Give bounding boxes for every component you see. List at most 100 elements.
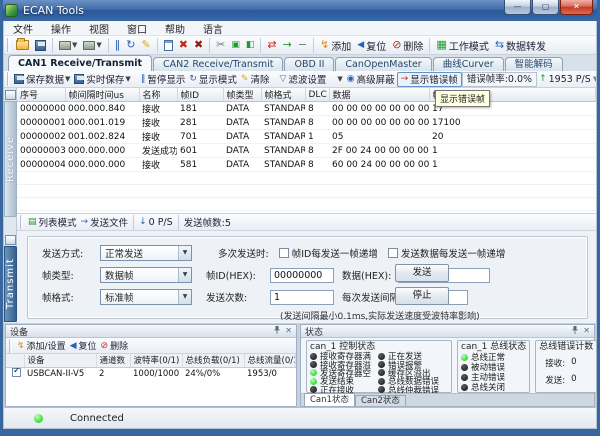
col-device[interactable]: 设备 <box>24 354 96 367</box>
work-mode-button[interactable]: ▦工作模式 <box>433 37 491 54</box>
cut-button[interactable]: ✂ <box>213 38 228 52</box>
title-bar[interactable]: ECAN Tools — ▢ ✕ <box>3 0 597 21</box>
swap-button[interactable]: ⇄ <box>264 38 279 52</box>
transmit-panel-icon[interactable] <box>5 235 16 245</box>
save-data-button[interactable]: 保存数据▼ <box>12 72 72 86</box>
menu-language[interactable]: 语言 <box>194 20 232 37</box>
col-bus-load[interactable]: 总线负载(0/1) <box>182 354 244 367</box>
speaker-icon: ◀ <box>357 39 364 51</box>
send-mode-select[interactable]: 正常发送▼ <box>100 245 192 261</box>
toolbar-grip <box>7 38 10 52</box>
refresh-button[interactable]: ↻ <box>123 38 138 52</box>
remove-button[interactable]: − <box>295 38 310 52</box>
inc-data-checkbox[interactable] <box>388 248 398 258</box>
menu-view[interactable]: 视图 <box>80 20 118 37</box>
open-folder-icon <box>16 40 29 50</box>
tab-can1-status[interactable]: Can1状态 <box>304 393 355 406</box>
send-file-button[interactable]: →发送文件 <box>79 215 131 229</box>
tab-can2-receive-transmit[interactable]: CAN2 Receive/Transmit <box>153 57 283 71</box>
paste-button[interactable]: ◧ <box>243 38 258 52</box>
grid-icon: ▦ <box>436 39 446 51</box>
tab-obd2[interactable]: OBD II <box>284 57 334 71</box>
disconnect-device-button[interactable]: ▼ <box>80 40 104 51</box>
menu-help[interactable]: 帮助 <box>156 20 194 37</box>
data-forward-button[interactable]: ⇆数据转发 <box>492 37 549 54</box>
col-name[interactable]: 名称 <box>139 88 177 102</box>
display-mode-button[interactable]: ↻显示模式 <box>187 72 239 86</box>
toolbar-dropdown-button[interactable]: ▼ <box>334 75 344 83</box>
copy-button[interactable]: ▣ <box>228 38 243 52</box>
realtime-save-button[interactable]: 实时保存▼ <box>72 72 132 86</box>
connect-device-button[interactable]: ▼ <box>56 40 80 51</box>
pause-display-button[interactable]: ‖暂停显示 <box>139 72 188 86</box>
inc-id-checkbox[interactable] <box>279 248 289 258</box>
col-baudrate[interactable]: 波特率(0/1) <box>130 354 182 367</box>
tab-curve[interactable]: 曲线Curver <box>433 57 504 71</box>
forward-button[interactable]: → <box>280 38 295 52</box>
menu-window[interactable]: 窗口 <box>118 20 156 37</box>
minimize-button[interactable]: — <box>504 0 531 15</box>
close-button[interactable]: ✕ <box>560 0 593 15</box>
advanced-mask-button[interactable]: ◉高级屏蔽 <box>345 72 397 86</box>
frame-id-input[interactable] <box>270 268 334 283</box>
maximize-button[interactable]: ▢ <box>532 0 559 15</box>
open-file-button[interactable] <box>13 39 32 51</box>
device-add-settings-button[interactable]: ↯添加/设置 <box>15 339 68 352</box>
delete-device-button[interactable]: ⊘删除 <box>389 37 426 54</box>
tab-can2-status[interactable]: Can2状态 <box>355 395 406 406</box>
device-delete-button[interactable]: ⊘删除 <box>99 339 131 352</box>
frame-row[interactable]: 00000000000.000.840接收181DATASTANDARD800 … <box>17 102 596 116</box>
reset-device-button[interactable]: ◀复位 <box>354 37 389 54</box>
device-reset-button[interactable]: ◀复位 <box>68 339 99 352</box>
device-row[interactable]: USBCAN-II-V5 2 1000/1000 24%/0% 1953/0 <box>6 367 296 380</box>
new-frame-button[interactable] <box>161 39 176 52</box>
tab-smart-decode[interactable]: 智能解码 <box>505 57 563 71</box>
col-frame-id[interactable]: 帧ID <box>177 88 223 102</box>
receive-panel-icon[interactable] <box>5 90 16 100</box>
separator <box>209 38 210 53</box>
device-checkbox[interactable] <box>12 368 21 377</box>
clear-button[interactable]: ✎清除 <box>239 72 272 86</box>
side-tab-transmit[interactable]: Transmit <box>4 246 17 322</box>
menu-operate[interactable]: 操作 <box>42 20 80 37</box>
status-led-item: 总线关闭 <box>461 382 526 392</box>
col-dlc[interactable]: DLC <box>305 88 329 102</box>
save-button[interactable] <box>32 39 49 52</box>
frame-type-select[interactable]: 数据帧▼ <box>100 267 192 283</box>
side-tab-receive[interactable]: Receive <box>4 101 17 217</box>
send-count-input[interactable] <box>270 290 334 305</box>
pause-button[interactable]: ‖ <box>112 38 124 52</box>
col-interval[interactable]: 帧间隔时间us <box>65 88 139 102</box>
frame-format-select[interactable]: 标准帧▼ <box>100 289 192 305</box>
stop-button[interactable]: 停止 <box>395 287 449 305</box>
col-index[interactable]: 序号 <box>17 88 65 102</box>
tab-can1-receive-transmit[interactable]: CAN1 Receive/Transmit <box>8 55 152 71</box>
col-channels[interactable]: 通道数 <box>96 354 130 367</box>
frame-row[interactable]: 00000004000.000.000接收581DATASTANDARD860 … <box>17 158 596 172</box>
pin-icon[interactable] <box>571 326 579 336</box>
menu-file[interactable]: 文件 <box>4 20 42 37</box>
filter-settings-button[interactable]: ▽滤波设置 <box>277 72 328 86</box>
close-icon[interactable]: ✕ <box>583 327 590 335</box>
tab-canopen-master[interactable]: CanOpenMaster <box>335 57 431 71</box>
frame-type-value: 数据帧 <box>101 268 178 282</box>
show-error-frames-button[interactable]: →显示错误帧 <box>397 72 462 87</box>
clear-button[interactable]: ✎ <box>139 38 154 52</box>
toolbar-overflow-button[interactable]: ▼ <box>593 75 596 83</box>
led-icon <box>310 361 317 368</box>
frame-row[interactable]: 00000001000.001.019接收281DATASTANDARD800 … <box>17 116 596 130</box>
pin-icon[interactable] <box>273 326 281 336</box>
frame-row[interactable]: 00000002001.002.824接收701DATASTANDARD1052… <box>17 130 596 144</box>
delete-frame-button[interactable]: ✖ <box>176 38 191 52</box>
device-icon <box>59 41 71 50</box>
send-button[interactable]: 发送 <box>395 264 449 282</box>
delete-all-frames-button[interactable]: ✖ <box>191 38 206 52</box>
col-frame-format[interactable]: 帧格式 <box>261 88 305 102</box>
col-data[interactable]: 数据 <box>329 88 429 102</box>
frame-row[interactable]: 00000003000.000.000发送成功601DATASTANDARD82… <box>17 144 596 158</box>
add-device-button[interactable]: ↯添加 <box>317 37 354 54</box>
close-icon[interactable]: ✕ <box>285 327 292 335</box>
col-bus-flow[interactable]: 总线流量(0/1) <box>244 354 296 367</box>
col-frame-type[interactable]: 帧类型 <box>223 88 261 102</box>
list-mode-button[interactable]: ▤列表模式 <box>26 215 79 229</box>
